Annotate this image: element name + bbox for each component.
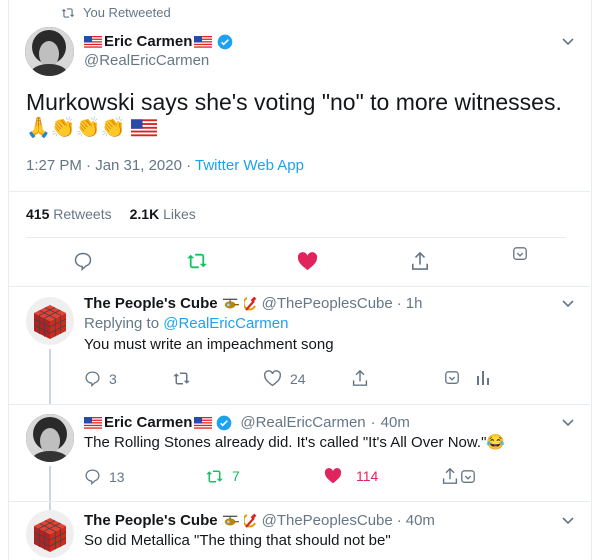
author-handle[interactable]: @RealEricCarmen <box>240 414 365 431</box>
helicopter-emoji-icon <box>222 515 239 525</box>
verified-icon <box>217 415 232 430</box>
like-heart-icon <box>324 468 342 484</box>
replying-to-line: Replying to @RealEricCarmen <box>84 315 288 332</box>
author-name[interactable]: Eric Carmen <box>104 414 192 431</box>
reply-action[interactable]: 13 <box>84 468 125 485</box>
chevron-down-icon[interactable] <box>561 513 575 527</box>
likes-label: Likes <box>163 206 196 222</box>
author-handle[interactable]: @ThePeoplesCube <box>262 295 393 312</box>
author-handle[interactable]: @ThePeoplesCube <box>262 512 393 529</box>
us-flag-icon <box>84 35 102 48</box>
likes-stat[interactable]: 2.1K Likes <box>130 206 196 222</box>
analytics-icon[interactable] <box>476 370 490 386</box>
chevron-down-icon[interactable] <box>561 415 575 429</box>
reply-count: 3 <box>109 370 117 387</box>
divider <box>9 191 590 192</box>
reply-action[interactable]: 3 <box>84 370 117 387</box>
share-icon[interactable] <box>352 369 368 387</box>
tweet-timestamp[interactable]: 1:27 PM · Jan 31, 2020 <box>26 157 182 174</box>
like-count: 24 <box>290 370 306 387</box>
avatar[interactable] <box>25 27 74 76</box>
reply-header: The People's Cube @ThePeoplesCube · 1h <box>84 295 422 312</box>
share-icon[interactable] <box>411 251 429 271</box>
retweet-icon[interactable] <box>172 371 191 386</box>
avatar-image <box>26 414 74 462</box>
tweet-emoji-line: 🙏👏👏👏 <box>26 115 157 141</box>
avatar[interactable] <box>26 510 74 558</box>
reply-time[interactable]: 40m <box>381 414 410 431</box>
thread-connector <box>49 349 51 405</box>
retweet-icon <box>61 7 75 18</box>
thread-connector <box>49 466 51 510</box>
share-icon[interactable] <box>442 467 458 485</box>
reply-header: The People's Cube @ThePeoplesCube · 40m <box>84 512 435 529</box>
reply-text: You must write an impeachment song <box>84 336 334 353</box>
retweet-count: 7 <box>232 468 240 484</box>
reply-icon <box>85 371 100 387</box>
like-heart-icon <box>264 370 281 387</box>
reply-count: 13 <box>109 468 125 485</box>
avatar[interactable] <box>26 414 74 462</box>
retweet-notice: You Retweeted <box>61 5 171 20</box>
likes-count: 2.1K <box>129 206 160 222</box>
rubiks-cube-avatar <box>26 510 74 558</box>
rubiks-cube-avatar <box>26 297 74 345</box>
like-action[interactable]: 24 <box>263 370 306 387</box>
reply-icon[interactable] <box>73 251 93 271</box>
tweet-text: Murkowski says she's voting "no" to more… <box>26 89 562 115</box>
retweet-icon <box>206 470 223 482</box>
bookmark-share-icon[interactable] <box>460 469 476 485</box>
time-separator: · <box>396 295 402 312</box>
divider <box>9 286 590 287</box>
author-name[interactable]: Eric Carmen <box>104 33 192 50</box>
retweets-label: Retweets <box>53 206 112 222</box>
divider <box>9 501 590 502</box>
avatar-image <box>25 27 74 76</box>
reply-time[interactable]: 1h <box>406 295 423 312</box>
tweet-source[interactable]: Twitter Web App <box>195 157 304 174</box>
bookmark-share-icon[interactable] <box>512 246 528 262</box>
divider <box>26 237 566 238</box>
helicopter-emoji-icon <box>222 298 239 308</box>
retweet-notice-text: You Retweeted <box>83 5 171 20</box>
hammer-sickle-emoji-icon <box>243 296 256 311</box>
meta-separator: · <box>186 157 196 174</box>
us-flag-icon <box>194 35 213 48</box>
time-separator: · <box>396 512 402 529</box>
retweets-count: 415 <box>26 206 50 222</box>
tweet-meta: 1:27 PM · Jan 31, 2020 · Twitter Web App <box>26 157 304 174</box>
author-name[interactable]: The People's Cube <box>84 512 218 529</box>
reply-time[interactable]: 40m <box>406 512 435 529</box>
hammer-sickle-emoji-icon <box>243 513 256 528</box>
reply-header: Eric Carmen @RealEricCarmen · 40m <box>84 414 410 431</box>
us-flag-icon <box>84 416 102 429</box>
tweet-stats: 415 Retweets 2.1K Likes <box>26 206 196 222</box>
author-name[interactable]: The People's Cube <box>84 295 218 312</box>
retweet-action[interactable]: 7 <box>205 468 240 484</box>
chevron-down-icon[interactable] <box>561 296 575 310</box>
replying-to-prefix: Replying to <box>84 315 160 332</box>
reply-icon <box>85 469 100 485</box>
reply-text: So did Metallica "The thing that should … <box>84 532 391 549</box>
replying-to-handle[interactable]: @RealEricCarmen <box>163 315 288 332</box>
like-action[interactable]: 114 <box>324 468 378 484</box>
chevron-down-icon[interactable] <box>561 34 575 48</box>
author-handle[interactable]: @RealEricCarmen <box>84 52 209 69</box>
divider <box>9 404 590 405</box>
like-heart-icon[interactable] <box>297 252 318 271</box>
emoji-text: 🙏👏👏👏 <box>26 117 126 139</box>
us-flag-icon <box>194 416 213 429</box>
reply-text: The Rolling Stones already did. It's cal… <box>84 434 506 451</box>
us-flag-icon <box>130 119 157 137</box>
like-count: 114 <box>356 468 379 484</box>
retweets-stat[interactable]: 415 Retweets <box>26 206 112 222</box>
time-separator: · <box>370 414 376 431</box>
verified-icon <box>218 34 233 49</box>
avatar[interactable] <box>26 297 74 345</box>
retweet-icon[interactable] <box>186 252 208 270</box>
author-row: Eric Carmen <box>84 33 233 50</box>
bookmark-share-icon[interactable] <box>444 370 460 386</box>
